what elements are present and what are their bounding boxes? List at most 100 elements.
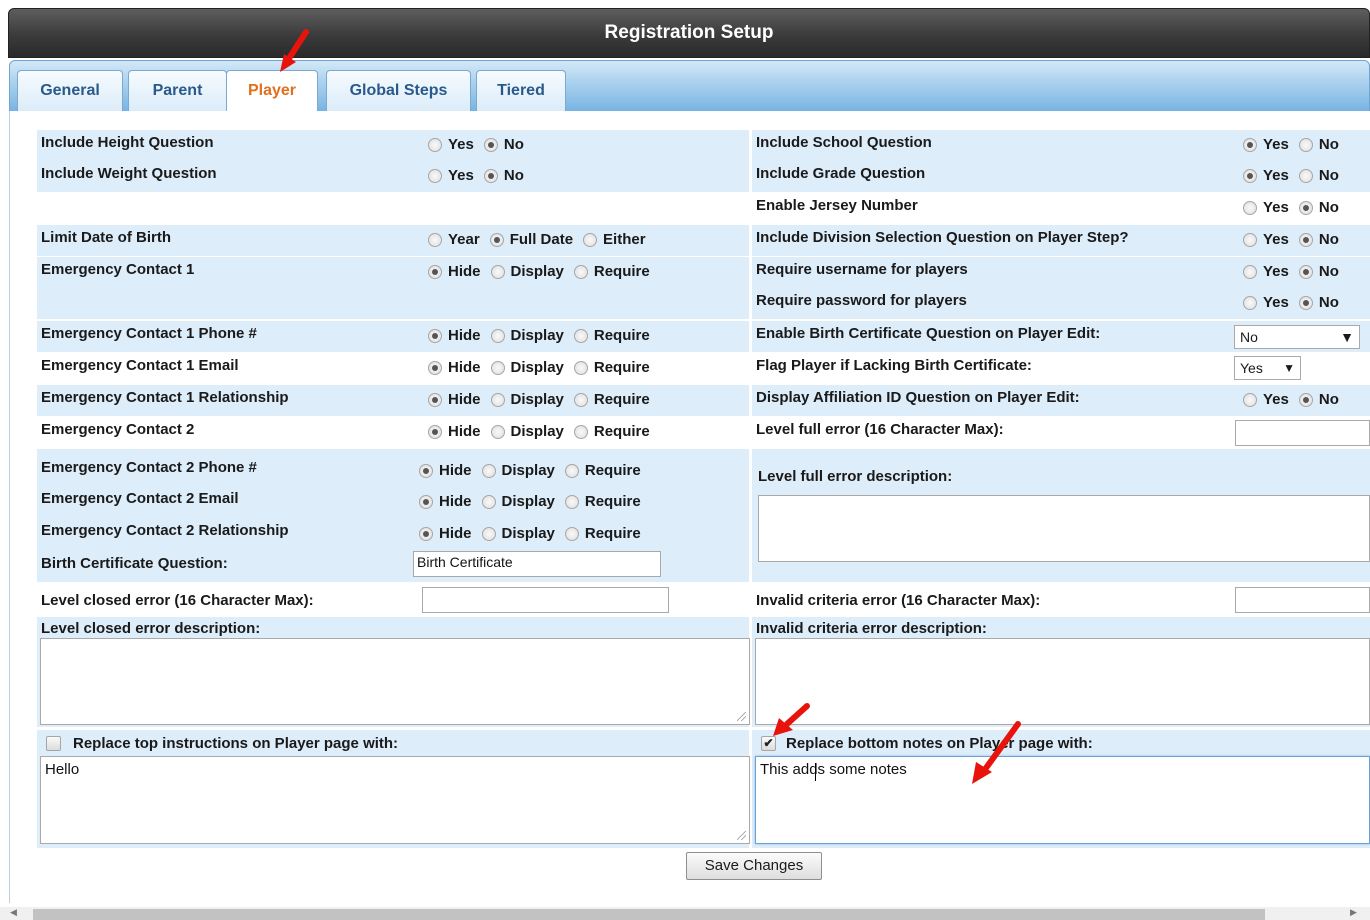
ec2-email-hide-radio[interactable] xyxy=(419,494,433,509)
scrollbar-thumb[interactable] xyxy=(33,909,1265,920)
invalid-criteria-desc-label: Invalid criteria error description: xyxy=(756,620,987,637)
jersey-yes-radio[interactable] xyxy=(1243,200,1257,215)
ec1-email-hide-radio[interactable] xyxy=(428,360,442,375)
ec2-email-display-radio[interactable] xyxy=(481,494,496,509)
ec2-rel-display-radio[interactable] xyxy=(481,526,496,541)
bottom-notes-checkbox[interactable]: ✔ xyxy=(761,736,776,751)
flag-bc-label: Flag Player if Lacking Birth Certificate… xyxy=(756,357,1032,374)
ec2-email-require-radio[interactable] xyxy=(564,494,579,509)
invalid-criteria-desc-textarea[interactable] xyxy=(755,638,1370,725)
birth-certificate-question-label: Birth Certificate Question: xyxy=(41,555,228,572)
bc-edit-selected-value: No xyxy=(1240,329,1258,345)
ec1-row: Emergency Contact 1 Hide Display Require xyxy=(37,257,749,319)
tab-general[interactable]: General xyxy=(17,70,123,114)
grade-yes-radio[interactable] xyxy=(1243,168,1257,183)
ec2-display-radio[interactable] xyxy=(490,424,505,439)
flag-bc-select[interactable]: Yes ▼ xyxy=(1234,356,1301,380)
dob-year-radio[interactable] xyxy=(428,232,442,247)
yes-label: Yes xyxy=(1263,136,1289,153)
bottom-notes-textarea[interactable]: This adds some notes xyxy=(755,756,1370,844)
no-label: No xyxy=(1318,263,1339,280)
hide-label: Hide xyxy=(448,391,481,408)
affiliation-no-radio[interactable] xyxy=(1298,392,1313,407)
invalid-criteria-error-input[interactable] xyxy=(1235,587,1370,613)
hide-label: Hide xyxy=(439,462,472,479)
height-no-radio[interactable] xyxy=(483,137,498,152)
ec2-phone-hide-radio[interactable] xyxy=(419,463,433,478)
yes-label: Yes xyxy=(1263,167,1289,184)
division-yes-radio[interactable] xyxy=(1243,232,1257,247)
top-instructions-textarea[interactable]: Hello xyxy=(40,756,750,844)
height-question-label: Include Height Question xyxy=(41,134,214,151)
ec1-email-require-radio[interactable] xyxy=(573,360,588,375)
weight-no-radio[interactable] xyxy=(483,168,498,183)
page-title: Registration Setup xyxy=(604,22,774,43)
username-no-radio[interactable] xyxy=(1298,264,1313,279)
tab-player[interactable]: Player xyxy=(226,70,318,115)
tab-tiered[interactable]: Tiered xyxy=(476,70,566,114)
jersey-no-radio[interactable] xyxy=(1298,200,1313,215)
ec1-rel-hide-radio[interactable] xyxy=(428,392,442,407)
ec2-rel-require-radio[interactable] xyxy=(564,526,579,541)
dob-row: Limit Date of Birth Year Full Date Eithe… xyxy=(37,225,749,256)
ec1-hide-radio[interactable] xyxy=(428,264,442,279)
yes-label: Yes xyxy=(1263,263,1289,280)
horizontal-scrollbar[interactable]: ◀ ▶ xyxy=(0,907,1370,920)
username-yes-radio[interactable] xyxy=(1243,264,1257,279)
ec1-phone-hide-radio[interactable] xyxy=(428,328,442,343)
ec1-relationship-label: Emergency Contact 1 Relationship xyxy=(41,389,289,406)
level-closed-desc-textarea[interactable] xyxy=(40,638,750,725)
scroll-right-arrow-icon[interactable]: ▶ xyxy=(1350,907,1357,918)
division-no-radio[interactable] xyxy=(1298,232,1313,247)
school-question-label: Include School Question xyxy=(756,134,932,151)
dob-full-date-radio[interactable] xyxy=(489,232,504,247)
yes-label: Yes xyxy=(448,136,474,153)
tab-parent[interactable]: Parent xyxy=(128,70,227,114)
school-no-radio[interactable] xyxy=(1298,137,1313,152)
top-instructions-checkbox[interactable] xyxy=(46,736,61,751)
ec1-require-radio[interactable] xyxy=(573,264,588,279)
ec1-phone-require-radio[interactable] xyxy=(573,328,588,343)
resize-handle-icon[interactable] xyxy=(737,712,746,721)
hide-label: Hide xyxy=(448,359,481,376)
save-changes-button[interactable]: Save Changes xyxy=(686,852,822,880)
no-label: No xyxy=(1318,294,1339,311)
division-question-label: Include Division Selection Question on P… xyxy=(756,229,1129,246)
ec2-phone-require-radio[interactable] xyxy=(564,463,579,478)
dob-label: Limit Date of Birth xyxy=(41,229,171,246)
bc-edit-select[interactable]: No ▼ xyxy=(1234,325,1360,349)
dropdown-arrow-icon: ▼ xyxy=(1283,361,1295,375)
grade-no-radio[interactable] xyxy=(1298,168,1313,183)
tab-global-steps[interactable]: Global Steps xyxy=(326,70,471,114)
display-label: Display xyxy=(501,525,555,542)
ec1-rel-display-radio[interactable] xyxy=(490,392,505,407)
level-full-desc-textarea[interactable] xyxy=(758,495,1370,562)
ec2-hide-radio[interactable] xyxy=(428,424,442,439)
password-yes-radio[interactable] xyxy=(1243,295,1257,310)
ec1-display-radio[interactable] xyxy=(490,264,505,279)
ec1-phone-display-radio[interactable] xyxy=(490,328,505,343)
ec1-email-display-radio[interactable] xyxy=(490,360,505,375)
weight-yes-radio[interactable] xyxy=(428,168,442,183)
level-full-error-input[interactable] xyxy=(1235,420,1370,446)
height-yes-radio[interactable] xyxy=(428,137,442,152)
no-label: No xyxy=(1318,231,1339,248)
resize-handle-icon[interactable] xyxy=(737,831,746,840)
birth-certificate-question-input[interactable]: Birth Certificate xyxy=(413,551,661,577)
ec2-rel-hide-radio[interactable] xyxy=(419,526,433,541)
ec1-rel-require-radio[interactable] xyxy=(573,392,588,407)
hide-label: Hide xyxy=(448,327,481,344)
ec2-phone-display-radio[interactable] xyxy=(481,463,496,478)
level-closed-error-input[interactable] xyxy=(422,587,669,613)
ec2-require-radio[interactable] xyxy=(573,424,588,439)
require-password-row: Require password for players Yes No xyxy=(752,288,1370,319)
affiliation-yes-radio[interactable] xyxy=(1243,392,1257,407)
affiliation-label: Display Affiliation ID Question on Playe… xyxy=(756,389,1080,406)
school-yes-radio[interactable] xyxy=(1243,137,1257,152)
ec2-row: Emergency Contact 2 Hide Display Require xyxy=(37,417,749,448)
yes-label: Yes xyxy=(448,167,474,184)
password-no-radio[interactable] xyxy=(1298,295,1313,310)
yes-label: Yes xyxy=(1263,294,1289,311)
dob-either-radio[interactable] xyxy=(583,232,598,247)
scroll-left-arrow-icon[interactable]: ◀ xyxy=(10,907,17,918)
